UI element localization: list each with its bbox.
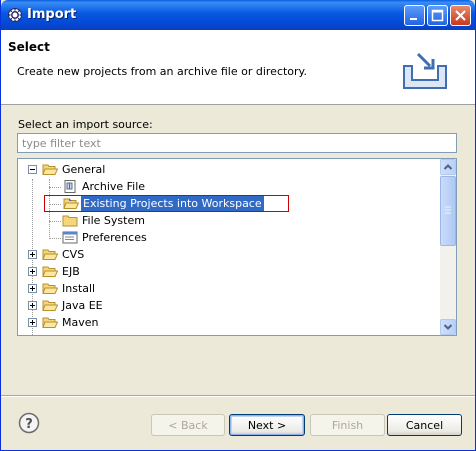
close-icon <box>455 10 466 21</box>
import-dialog: Import Select Create new projects from a… <box>0 0 476 451</box>
folder-icon <box>42 249 58 260</box>
scroll-thumb[interactable] <box>440 176 456 246</box>
tree-item-preferences[interactable]: Preferences <box>18 229 438 246</box>
page-description: Create new projects from an archive file… <box>17 65 307 78</box>
help-icon[interactable]: ? <box>18 412 40 434</box>
eclipse-icon <box>8 8 22 22</box>
back-button[interactable]: < Back <box>151 414 225 436</box>
tree-item-install[interactable]: Install <box>18 280 438 297</box>
tree-item-file-system[interactable]: File System <box>18 212 438 229</box>
import-source-label: Select an import source: <box>18 118 153 131</box>
import-source-tree[interactable]: General Archive File Existing Projects i… <box>17 158 457 336</box>
expand-icon[interactable] <box>28 301 37 310</box>
tree-item-cvs[interactable]: CVS <box>18 246 438 263</box>
maximize-icon <box>431 9 444 22</box>
highlight-box <box>44 195 289 212</box>
scroll-up-button[interactable] <box>440 159 456 175</box>
folder-open-icon <box>42 164 58 175</box>
import-tray-icon <box>403 52 447 89</box>
svg-text:?: ? <box>25 417 33 432</box>
tree-item-maven[interactable]: Maven <box>18 314 438 331</box>
close-button[interactable] <box>450 5 471 26</box>
wizard-banner: Select Create new projects from an archi… <box>1 30 475 105</box>
tree-item-archive-file[interactable]: Archive File <box>18 178 438 195</box>
collapse-icon[interactable] <box>28 165 37 174</box>
folder-icon <box>42 300 58 311</box>
folder-icon <box>62 215 78 227</box>
archive-file-icon <box>64 180 76 193</box>
finish-button[interactable]: Finish <box>310 414 385 436</box>
scroll-down-button[interactable] <box>440 319 456 335</box>
maximize-button[interactable] <box>427 5 448 26</box>
tree-item-java-ee[interactable]: Java EE <box>18 297 438 314</box>
next-button[interactable]: Next > <box>229 414 305 436</box>
cancel-button[interactable]: Cancel <box>387 414 462 436</box>
window-title: Import <box>27 7 77 22</box>
minimize-icon <box>410 18 417 20</box>
chevron-down-icon <box>443 324 453 330</box>
expand-icon[interactable] <box>28 250 37 259</box>
folder-icon <box>42 317 58 328</box>
expand-icon[interactable] <box>28 267 37 276</box>
expand-icon[interactable] <box>28 318 37 327</box>
folder-icon <box>42 266 58 277</box>
title-bar[interactable]: Import <box>1 0 475 30</box>
expand-icon[interactable] <box>28 284 37 293</box>
footer-separator <box>1 395 475 397</box>
folder-icon <box>42 283 58 294</box>
tree-item-general[interactable]: General <box>18 161 438 178</box>
filter-input[interactable] <box>17 133 457 153</box>
page-title: Select <box>8 40 50 54</box>
tree-item-ejb[interactable]: EJB <box>18 263 438 280</box>
chevron-up-icon <box>443 164 453 170</box>
minimize-button[interactable] <box>404 5 425 26</box>
preferences-icon <box>62 231 78 244</box>
tree-scrollbar[interactable] <box>440 159 456 335</box>
